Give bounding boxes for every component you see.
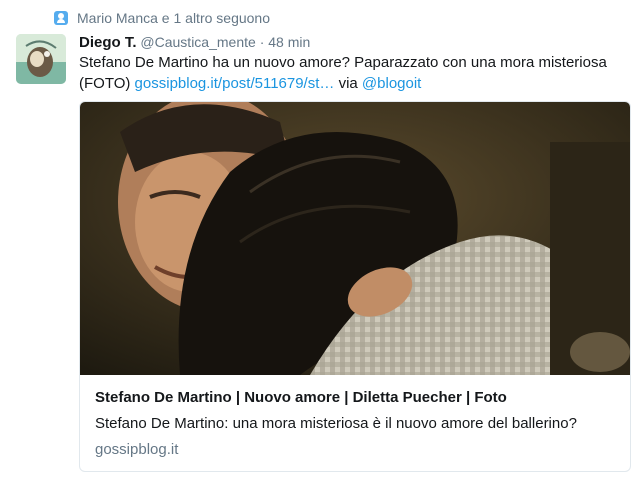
user-follow-icon <box>54 11 68 25</box>
card-body[interactable]: Stefano De Martino | Nuovo amore | Dilet… <box>80 375 630 471</box>
social-context-text[interactable]: Mario Manca e 1 altro seguono <box>77 10 270 26</box>
card-description: Stefano De Martino: una mora misteriosa … <box>95 415 577 432</box>
tweet-text: Stefano De Martino ha un nuovo amore? Pa… <box>79 52 629 94</box>
tweet-text-line1: Stefano De Martino ha un nuovo amore? Pa… <box>79 54 607 71</box>
avatar[interactable] <box>16 34 66 84</box>
card-title[interactable]: Stefano De Martino | Nuovo amore | Dilet… <box>95 389 507 406</box>
tweet-header: Diego T. @Caustica_mente · 48 min <box>79 34 310 51</box>
link-card[interactable]: Stefano De Martino | Nuovo amore | Dilet… <box>79 101 631 472</box>
header-separator: · <box>259 34 265 50</box>
tweet-link[interactable]: gossipblog.it/post/511679/st… <box>135 75 335 92</box>
tweet-timestamp[interactable]: 48 min <box>268 34 310 50</box>
author-handle[interactable]: @Caustica_mente <box>140 34 255 50</box>
author-name[interactable]: Diego T. <box>79 34 137 51</box>
card-domain: gossipblog.it <box>95 441 179 458</box>
tweet-via-text: via <box>334 75 362 92</box>
via-mention-link[interactable]: @blogoit <box>362 75 421 92</box>
card-image[interactable] <box>80 102 630 375</box>
tweet-text-prefix: (FOTO) <box>79 75 135 92</box>
social-context: Mario Manca e 1 altro seguono <box>54 9 270 27</box>
